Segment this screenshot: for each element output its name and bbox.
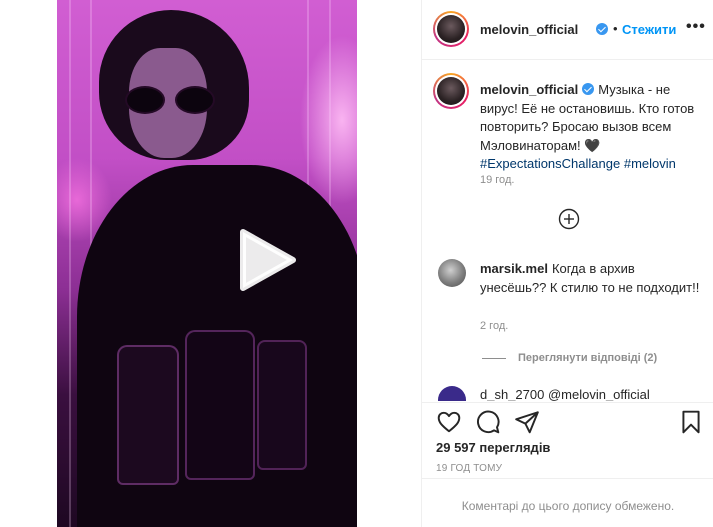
action-bar: [422, 402, 713, 442]
hashtag-link[interactable]: #melovin: [624, 156, 676, 171]
plus-circle-icon[interactable]: [558, 208, 580, 230]
post-header: melovin_official • Стежити •••: [422, 0, 713, 60]
share-icon[interactable]: [514, 409, 540, 435]
drinking-glass: [185, 330, 255, 480]
comments-limited-notice: Коментарі до цього допису обмежено.: [461, 499, 675, 513]
sunglasses: [125, 86, 225, 114]
caption-username[interactable]: melovin_official: [480, 82, 578, 97]
caption-avatar[interactable]: [433, 73, 469, 109]
bookmark-icon[interactable]: [678, 409, 704, 435]
follow-button[interactable]: Стежити: [622, 22, 676, 37]
view-replies-button[interactable]: Переглянути відповіді (2): [518, 352, 657, 364]
comments-section[interactable]: melovin_official Музыка - не вирус! Её не…: [422, 61, 713, 401]
separator-dot: •: [613, 21, 618, 36]
caption-time[interactable]: 19 год.: [480, 174, 514, 186]
caption: melovin_official Музыка - не вирус! Её не…: [480, 81, 702, 174]
background-curtain: [69, 0, 71, 527]
comment-time[interactable]: 2 год.: [480, 320, 508, 332]
play-icon[interactable]: [237, 228, 297, 292]
black-heart-emoji: 🖤: [584, 137, 601, 153]
commenter-username[interactable]: marsik.mel: [480, 261, 548, 276]
media-area: [0, 0, 421, 527]
replies-divider: [482, 358, 506, 359]
more-options-icon[interactable]: •••: [686, 18, 706, 36]
header-username[interactable]: melovin_official: [480, 22, 578, 37]
verified-icon: [596, 23, 608, 35]
drinking-glass: [257, 340, 307, 470]
comment: marsik.mel Когда в архив унесёшь?? К стил…: [480, 260, 702, 297]
video-player[interactable]: [57, 0, 357, 527]
avatar[interactable]: [433, 11, 469, 47]
comment-icon[interactable]: [475, 409, 501, 435]
comment-text: d_sh_2700 @melovin_official: [480, 387, 650, 401]
heart-icon[interactable]: [436, 409, 462, 435]
verified-icon: [582, 83, 595, 95]
commenter-avatar[interactable]: [438, 386, 466, 401]
drinking-glass: [117, 345, 179, 485]
hashtag-link[interactable]: #ExpectationsChallange: [480, 156, 620, 171]
comments-limited-bar: Коментарі до цього допису обмежено.: [422, 478, 713, 527]
commenter-avatar[interactable]: [438, 259, 466, 287]
view-count[interactable]: 29 597 переглядів: [436, 440, 550, 455]
post-timestamp[interactable]: 19 ГОД ТОМУ: [436, 463, 502, 474]
post-panel: melovin_official • Стежити ••• melovin_o…: [421, 0, 713, 527]
